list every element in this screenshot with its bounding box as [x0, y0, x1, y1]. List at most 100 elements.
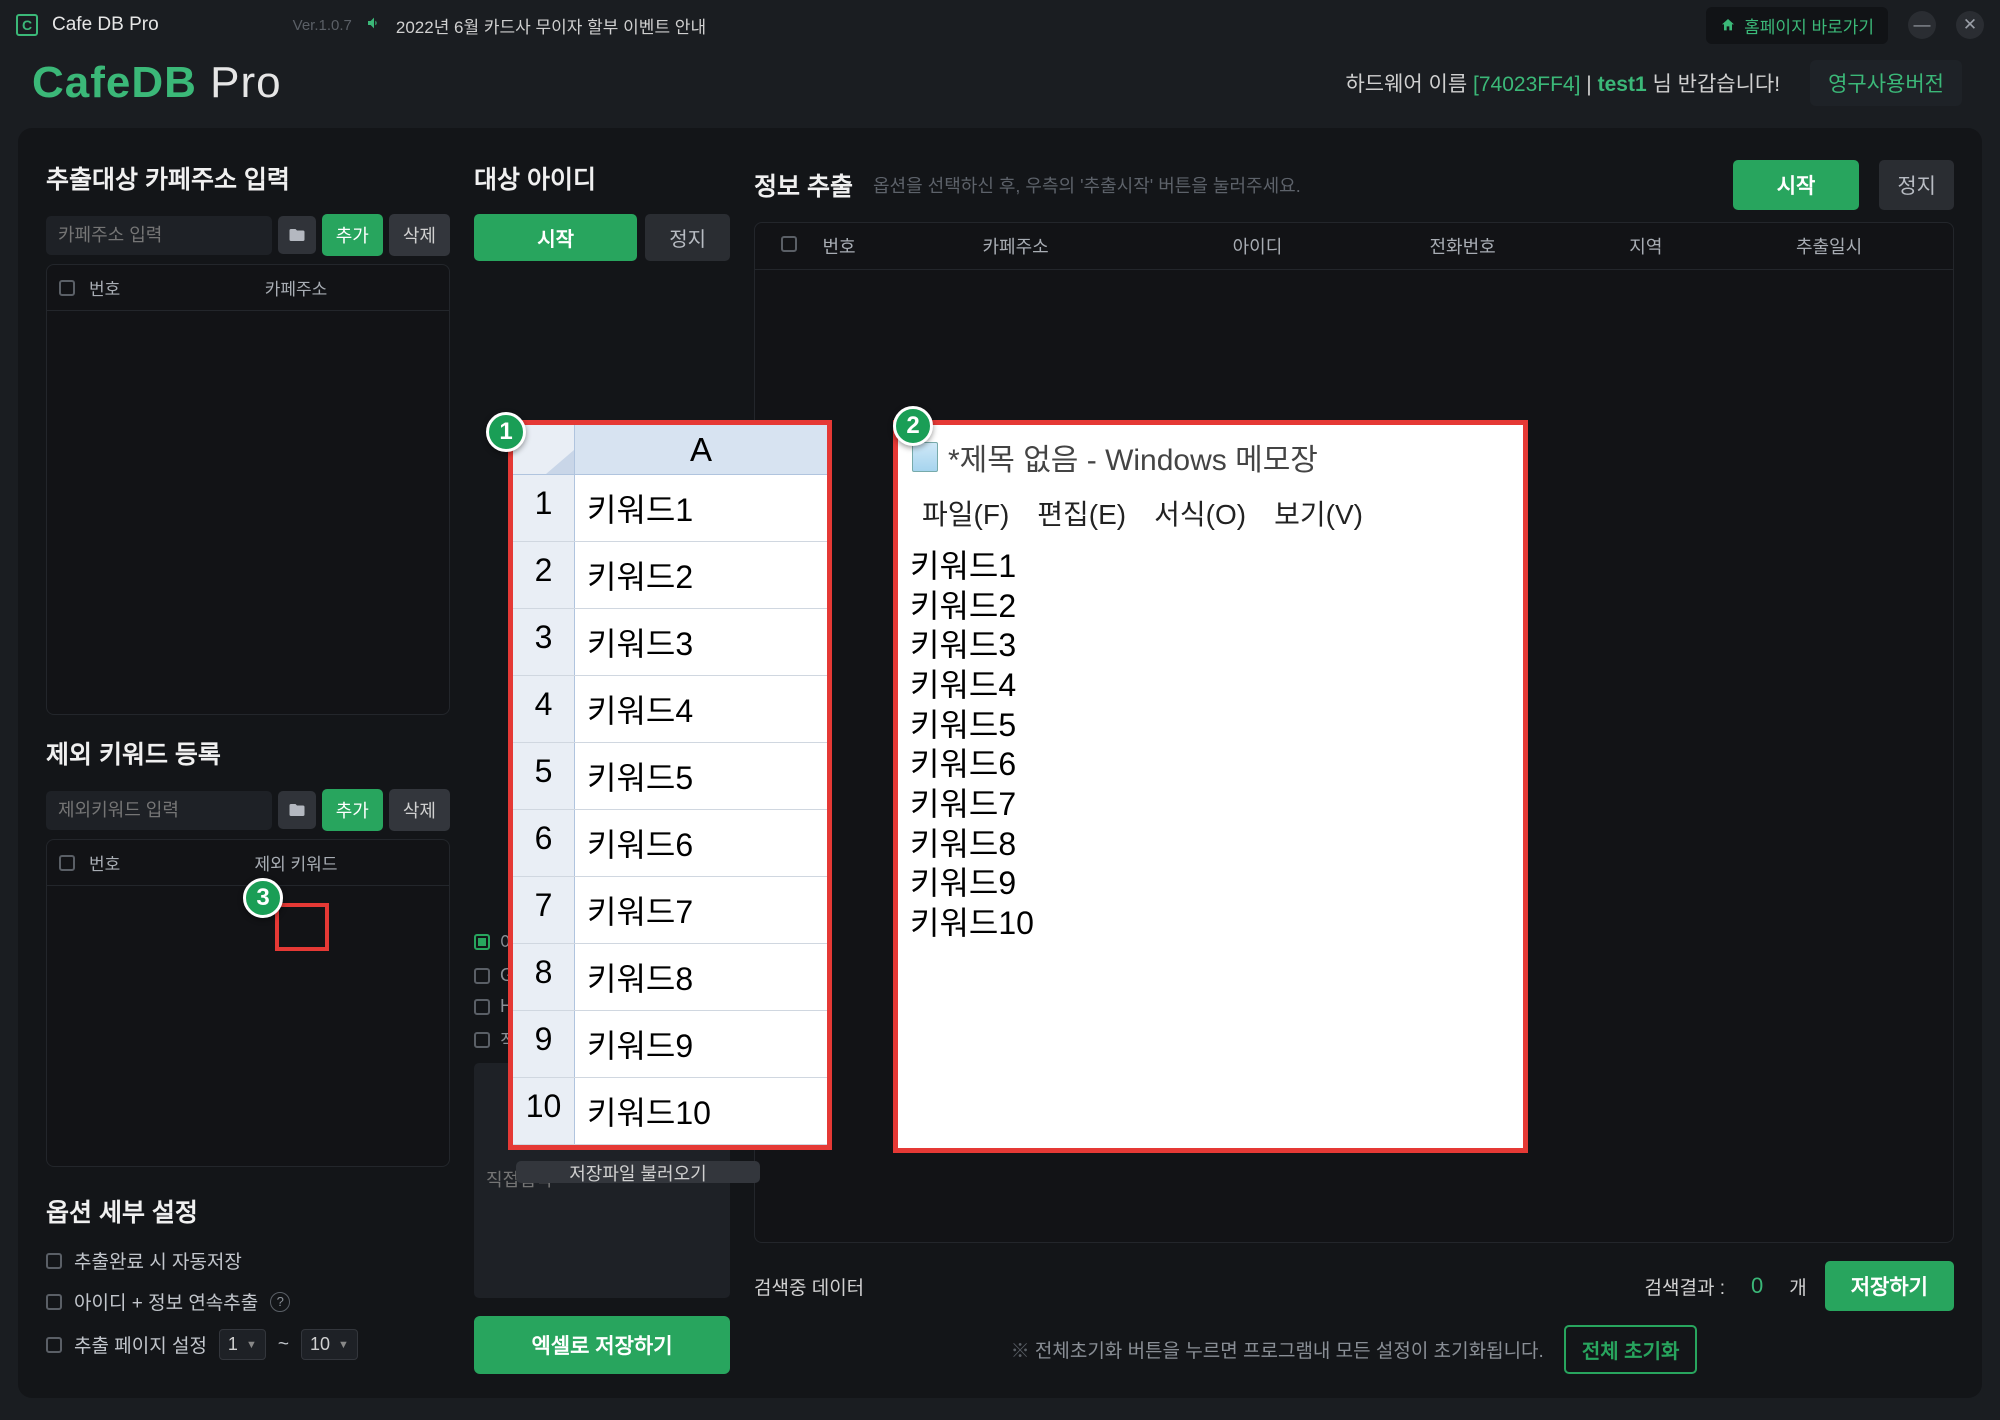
results-select-all-checkbox[interactable]: [781, 236, 797, 252]
result-count-unit: 개: [1789, 1273, 1806, 1300]
id-start-button[interactable]: 시작: [474, 214, 637, 261]
notepad-menu-item[interactable]: 서식(O): [1154, 493, 1246, 533]
excel-sample-overlay: A 1키워드12키워드23키워드34키워드45키워드56키워드67키워드78키워…: [508, 420, 832, 1150]
notepad-menu-item[interactable]: 보기(V): [1274, 493, 1363, 533]
gmail-checkbox[interactable]: [474, 968, 490, 984]
annotation-highlight-box: [275, 903, 329, 951]
app-logo-icon: C: [16, 14, 38, 36]
notepad-line: 키워드9: [910, 864, 1511, 904]
continuous-checkbox[interactable]: [46, 1294, 62, 1310]
excel-row: 6키워드6: [513, 810, 827, 877]
reset-note-row: ※ 전체초기화 버튼을 누르면 프로그램내 모든 설정이 초기화됩니다. 전체 …: [754, 1311, 1954, 1374]
continuous-label: 아이디 + 정보 연속추출: [74, 1288, 258, 1315]
exclude-kw-input[interactable]: [46, 791, 272, 830]
note-star-icon: ※: [1011, 1341, 1035, 1362]
export-excel-button[interactable]: 엑셀로 저장하기: [474, 1316, 730, 1374]
close-button[interactable]: ✕: [1956, 11, 1984, 39]
direct-checkbox[interactable]: [474, 1032, 490, 1048]
addr-col-url: 카페주소: [155, 275, 437, 300]
excel-row: 8키워드8: [513, 944, 827, 1011]
cafe-addr-add-button[interactable]: 추가: [322, 214, 383, 256]
hw-code: [74023FF4]: [1473, 73, 1580, 96]
opt-autosave[interactable]: 추출완료 시 자동저장: [46, 1247, 450, 1274]
main-panel: 추출대상 카페주소 입력 추가 삭제 번호 카페주소 제외 키워드 등록: [18, 128, 1982, 1398]
extract-stop-button[interactable]: 정지: [1879, 160, 1954, 210]
col-url: 카페주소: [869, 233, 1162, 259]
kw-col-num: 번호: [89, 850, 141, 875]
hw-user: test1: [1598, 73, 1647, 96]
homepage-button[interactable]: 홈페이지 바로가기: [1706, 7, 1888, 44]
notepad-sample-overlay: *제목 없음 - Windows 메모장 파일(F) 편집(E) 서식(O) 보기(V…: [893, 420, 1528, 1153]
extract-start-button[interactable]: 시작: [1733, 160, 1860, 210]
col-date: 추출일시: [1719, 233, 1939, 259]
reset-all-button[interactable]: 전체 초기화: [1564, 1325, 1698, 1374]
app-version: Ver.1.0.7: [293, 17, 352, 34]
notepad-menu-item[interactable]: 편집(E): [1037, 493, 1126, 533]
page-range-checkbox[interactable]: [46, 1337, 62, 1353]
hw-suffix: 님 반갑습니다!: [1652, 73, 1780, 96]
page-from-select[interactable]: 1▼: [219, 1329, 266, 1360]
addr-select-all-checkbox[interactable]: [59, 280, 75, 296]
license-button[interactable]: 영구사용버전: [1810, 60, 1962, 106]
cafe-addr-list: 번호 카페주소: [46, 264, 450, 715]
folder-icon: [288, 801, 306, 819]
cafe-addr-folder-button[interactable]: [278, 216, 316, 254]
hanmail-checkbox[interactable]: [474, 999, 490, 1015]
notepad-line: 키워드1: [910, 547, 1511, 587]
kw-select-all-checkbox[interactable]: [59, 855, 75, 871]
titlebar: C Cafe DB Pro Ver.1.0.7 2022년 6월 카드사 무이자…: [8, 8, 1992, 42]
notepad-line: 키워드6: [910, 745, 1511, 785]
header: CafeDB Pro 하드웨어 이름 [74023FF4] | test1 님 …: [8, 42, 1992, 128]
minimize-button[interactable]: —: [1908, 11, 1936, 39]
notepad-line: 키워드5: [910, 706, 1511, 746]
brand-main: CafeDB: [32, 58, 197, 107]
col-tel: 전화번호: [1353, 233, 1573, 259]
notepad-line: 키워드2: [910, 587, 1511, 627]
reset-note: 전체초기화 버튼을 누르면 프로그램내 모든 설정이 초기화됩니다.: [1035, 1341, 1544, 1362]
hw-prefix: 하드웨어 이름: [1345, 73, 1467, 96]
kw-col-kw: 제외 키워드: [155, 850, 437, 875]
brand-logo: CafeDB Pro: [32, 58, 282, 108]
col-region: 지역: [1573, 233, 1720, 259]
opt-continuous[interactable]: 아이디 + 정보 연속추출?: [46, 1288, 450, 1315]
excel-row: 4키워드4: [513, 676, 827, 743]
addr-col-num: 번호: [89, 275, 141, 300]
annotation-callout-3: 3: [243, 878, 283, 918]
exclude-kw-title: 제외 키워드 등록: [46, 735, 450, 771]
load-saved-file-button[interactable]: 저장파일 불러오기: [516, 1161, 760, 1183]
brand-sub: Pro: [210, 58, 281, 107]
notepad-line: 키워드8: [910, 825, 1511, 865]
help-icon[interactable]: ?: [270, 1292, 290, 1312]
announcement-text: 2022년 6월 카드사 무이자 할부 이벤트 안내: [396, 13, 706, 38]
notepad-line: 키워드4: [910, 666, 1511, 706]
result-count-value: 0: [1751, 1273, 1763, 1299]
notepad-line: 키워드3: [910, 626, 1511, 666]
page-to-value: 10: [310, 1334, 330, 1355]
exclude-kw-add-button[interactable]: 추가: [322, 789, 383, 831]
exclude-kw-folder-button[interactable]: [278, 791, 316, 829]
exclude-kw-delete-button[interactable]: 삭제: [389, 789, 450, 831]
chevron-down-icon: ▼: [338, 1339, 349, 1351]
annotation-callout-2: 2: [893, 406, 933, 446]
folder-icon: [288, 226, 306, 244]
excel-row: 9키워드9: [513, 1011, 827, 1078]
id-stop-button[interactable]: 정지: [645, 214, 730, 261]
opt-page-range: 추출 페이지 설정 1▼ ~ 10▼: [46, 1329, 450, 1360]
autosave-checkbox[interactable]: [46, 1253, 62, 1269]
homepage-label: 홈페이지 바로가기: [1744, 13, 1874, 38]
annotation-callout-1: 1: [486, 412, 526, 452]
cafe-addr-title: 추출대상 카페주소 입력: [46, 160, 450, 196]
speaker-icon: [366, 15, 382, 36]
cafe-addr-input[interactable]: [46, 216, 272, 255]
result-count-label: 검색결과 :: [1645, 1273, 1725, 1300]
notepad-icon: [912, 442, 938, 472]
save-button[interactable]: 저장하기: [1825, 1261, 1954, 1311]
cafe-addr-delete-button[interactable]: 삭제: [389, 214, 450, 256]
idonly-checkbox[interactable]: [474, 934, 490, 950]
notepad-menu-item[interactable]: 파일(F): [922, 493, 1009, 533]
col-num: 번호: [809, 233, 869, 259]
notepad-title: *제목 없음 - Windows 메모장: [948, 435, 1318, 479]
page-to-select[interactable]: 10 ▼: [301, 1329, 358, 1360]
excel-row: 10키워드10: [513, 1078, 827, 1145]
excel-row: 2키워드2: [513, 542, 827, 609]
